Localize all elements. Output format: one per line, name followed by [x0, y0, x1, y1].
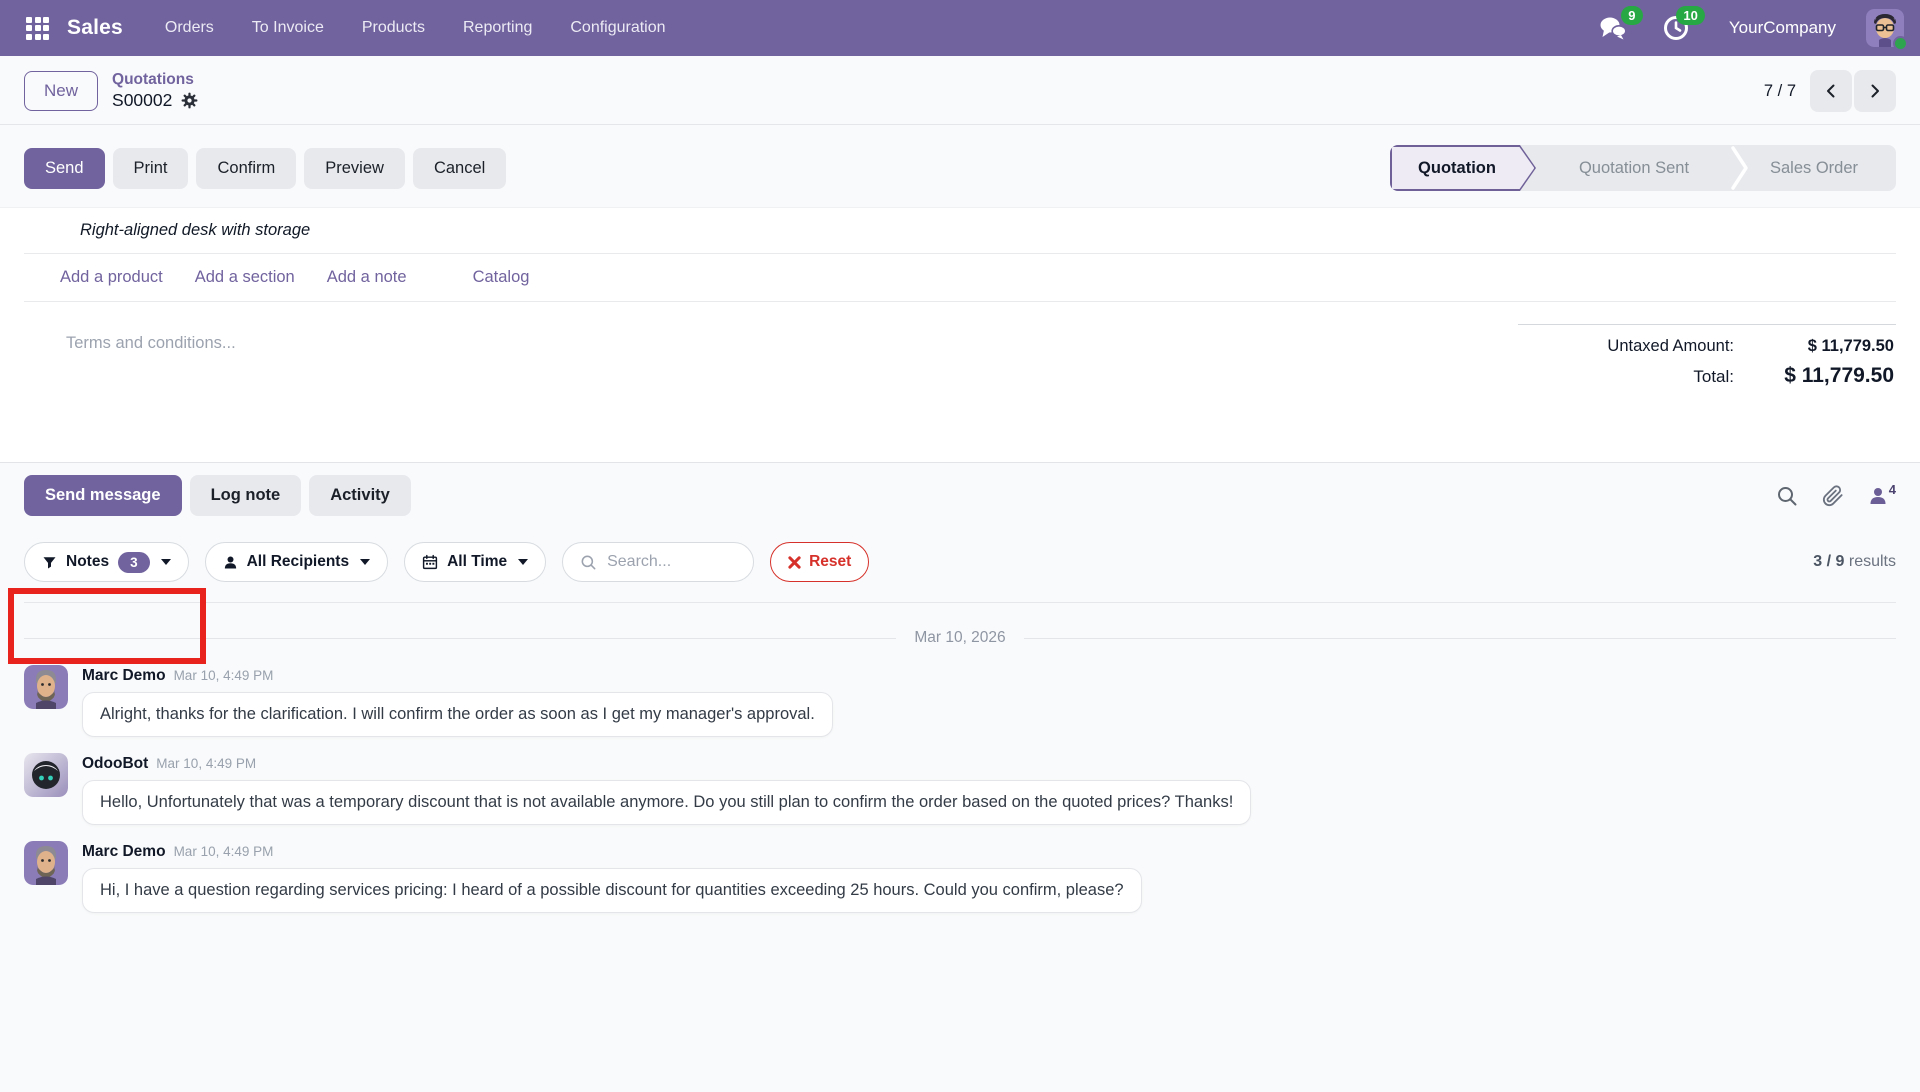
- activities-badge: 10: [1676, 6, 1704, 25]
- avatar-odoobot[interactable]: [24, 753, 68, 797]
- message-author[interactable]: Marc Demo: [82, 667, 166, 685]
- time-filter-label: All Time: [447, 553, 507, 571]
- chevron-down-icon: [518, 559, 528, 565]
- message-bubble: Alright, thanks for the clarification. I…: [82, 692, 833, 737]
- statusbar: Quotation Quotation Sent Sales Order: [1390, 145, 1896, 191]
- search-icon: [580, 554, 597, 571]
- cancel-button[interactable]: Cancel: [413, 148, 506, 189]
- results-count: 3 / 9 results: [1813, 553, 1896, 571]
- preview-button[interactable]: Preview: [304, 148, 405, 189]
- terms-placeholder[interactable]: Terms and conditions...: [24, 324, 236, 422]
- confirm-button[interactable]: Confirm: [196, 148, 296, 189]
- time-filter-dropdown[interactable]: All Time: [404, 542, 546, 582]
- person-icon: [223, 555, 238, 570]
- pager: 7 / 7: [1764, 70, 1896, 112]
- control-panel: New Quotations S00002 7 / 7: [0, 56, 1920, 125]
- form-sheet: Right-aligned desk with storage Add a pr…: [0, 207, 1920, 463]
- menu-products[interactable]: Products: [362, 19, 425, 37]
- catalog-link[interactable]: Catalog: [473, 268, 530, 287]
- breadcrumb: Quotations S00002: [112, 70, 199, 111]
- untaxed-amount-value: $ 11,779.50: [1734, 337, 1894, 356]
- activities-icon[interactable]: 10: [1663, 15, 1689, 41]
- apps-grid-icon[interactable]: [26, 17, 49, 40]
- record-name: S00002: [112, 90, 172, 112]
- recipients-filter-label: All Recipients: [247, 553, 350, 571]
- top-navbar: Sales Orders To Invoice Products Reporti…: [0, 0, 1920, 56]
- totals-block: Untaxed Amount: $ 11,779.50 Total: $ 11,…: [1518, 324, 1896, 422]
- reset-label: Reset: [809, 553, 851, 571]
- send-button[interactable]: Send: [24, 148, 105, 189]
- send-message-button[interactable]: Send message: [24, 475, 182, 516]
- message-bubble: Hello, Unfortunately that was a temporar…: [82, 780, 1251, 825]
- date-separator: Mar 10, 2026: [24, 629, 1896, 647]
- chevron-down-icon: [360, 559, 370, 565]
- notes-filter-dropdown[interactable]: Notes 3: [24, 542, 189, 582]
- followers-icon[interactable]: 4: [1868, 486, 1896, 506]
- avatar-marc-demo[interactable]: [24, 841, 68, 885]
- message-author[interactable]: Marc Demo: [82, 843, 166, 861]
- order-line-links: Add a product Add a section Add a note C…: [24, 254, 1896, 301]
- print-button[interactable]: Print: [113, 148, 189, 189]
- chevron-down-icon: [161, 559, 171, 565]
- add-a-product-link[interactable]: Add a product: [60, 268, 163, 287]
- message-search-box[interactable]: [562, 542, 754, 582]
- stage-sales-order[interactable]: Sales Order: [1732, 145, 1896, 191]
- message-author[interactable]: OdooBot: [82, 755, 148, 773]
- message-filter-row: Notes 3 All Recipients All Time Reset 3 …: [24, 542, 1896, 603]
- close-x-icon: [788, 556, 801, 569]
- untaxed-amount-label: Untaxed Amount:: [1607, 337, 1734, 356]
- pager-previous-button[interactable]: [1810, 70, 1852, 112]
- search-input[interactable]: [607, 553, 727, 571]
- search-messages-icon[interactable]: [1776, 485, 1798, 507]
- breadcrumb-quotations[interactable]: Quotations: [112, 70, 199, 89]
- message-time: Mar 10, 4:49 PM: [174, 668, 274, 683]
- messages-badge: 9: [1621, 6, 1643, 25]
- pager-count: 7 / 7: [1764, 82, 1796, 101]
- total-value: $ 11,779.50: [1734, 364, 1894, 388]
- filter-funnel-icon: [42, 555, 57, 570]
- user-avatar[interactable]: [1866, 9, 1904, 47]
- notes-filter-label: Notes: [66, 553, 109, 571]
- attachment-icon[interactable]: [1822, 485, 1844, 507]
- message-time: Mar 10, 4:49 PM: [174, 844, 274, 859]
- main-menu: Orders To Invoice Products Reporting Con…: [165, 19, 666, 37]
- calendar-icon: [422, 554, 438, 570]
- notes-filter-count: 3: [118, 552, 150, 573]
- message-item: OdooBot Mar 10, 4:49 PM Hello, Unfortuna…: [24, 753, 1896, 825]
- app-name[interactable]: Sales: [67, 16, 123, 40]
- menu-orders[interactable]: Orders: [165, 19, 214, 37]
- reset-filters-button[interactable]: Reset: [770, 542, 869, 582]
- new-button[interactable]: New: [24, 71, 98, 111]
- menu-configuration[interactable]: Configuration: [570, 19, 665, 37]
- message-time: Mar 10, 4:49 PM: [156, 756, 256, 771]
- stage-quotation-sent[interactable]: Quotation Sent: [1536, 145, 1732, 191]
- menu-reporting[interactable]: Reporting: [463, 19, 532, 37]
- add-a-note-link[interactable]: Add a note: [327, 268, 407, 287]
- log-note-button[interactable]: Log note: [190, 475, 302, 516]
- message-item: Marc Demo Mar 10, 4:49 PM Alright, thank…: [24, 665, 1896, 737]
- pager-next-button[interactable]: [1854, 70, 1896, 112]
- action-row: Send Print Confirm Preview Cancel Quotat…: [0, 125, 1920, 207]
- messages-icon[interactable]: 9: [1599, 15, 1627, 41]
- gear-icon[interactable]: [180, 91, 199, 110]
- online-status-dot: [1893, 36, 1908, 51]
- message-item: Marc Demo Mar 10, 4:49 PM Hi, I have a q…: [24, 841, 1896, 913]
- followers-count: 4: [1889, 482, 1896, 497]
- menu-to-invoice[interactable]: To Invoice: [252, 19, 324, 37]
- add-a-section-link[interactable]: Add a section: [195, 268, 295, 287]
- chatter: Send message Log note Activity 4 Notes 3…: [0, 463, 1920, 913]
- message-bubble: Hi, I have a question regarding services…: [82, 868, 1142, 913]
- stage-separator-chevron: [1730, 145, 1750, 191]
- company-menu[interactable]: YourCompany: [1729, 18, 1836, 38]
- recipients-filter-dropdown[interactable]: All Recipients: [205, 542, 389, 582]
- activity-button[interactable]: Activity: [309, 475, 411, 516]
- stage-quotation[interactable]: Quotation: [1390, 145, 1536, 191]
- total-label: Total:: [1693, 367, 1734, 387]
- avatar-marc-demo[interactable]: [24, 665, 68, 709]
- order-line-note[interactable]: Right-aligned desk with storage: [24, 208, 1896, 253]
